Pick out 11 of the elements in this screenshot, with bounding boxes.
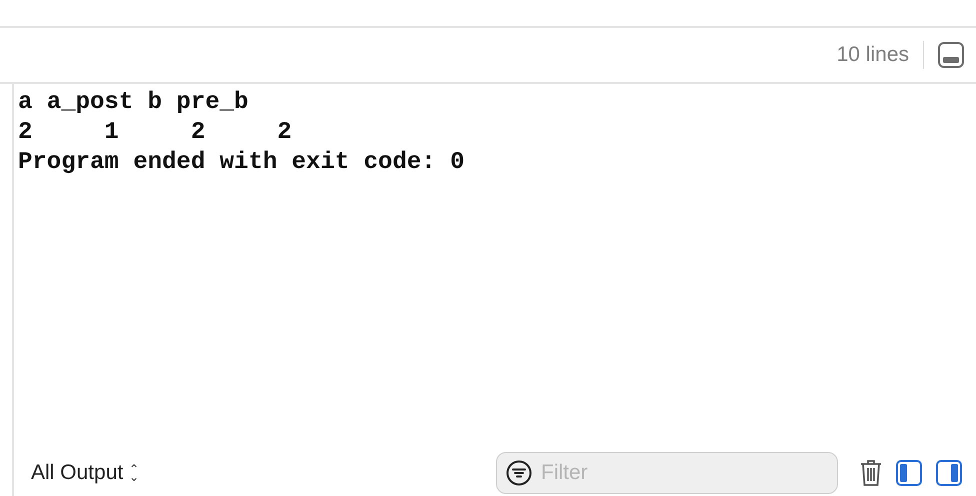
filter-icon <box>506 460 532 486</box>
line-count: 10 lines <box>836 43 909 67</box>
panel-toggle-icon[interactable] <box>938 42 964 68</box>
filter-field[interactable]: Filter <box>496 452 838 494</box>
split-view-icon[interactable] <box>896 460 922 486</box>
console-line: 2 1 2 2 <box>18 118 292 148</box>
output-scope-selector[interactable]: All Output ⌃⌄ <box>31 461 138 485</box>
console-line: Program ended with exit code: 0 <box>18 148 464 178</box>
trash-icon[interactable] <box>860 459 882 487</box>
console-line: a a_post b pre_b <box>18 88 248 118</box>
split-view-icon[interactable] <box>936 460 962 486</box>
